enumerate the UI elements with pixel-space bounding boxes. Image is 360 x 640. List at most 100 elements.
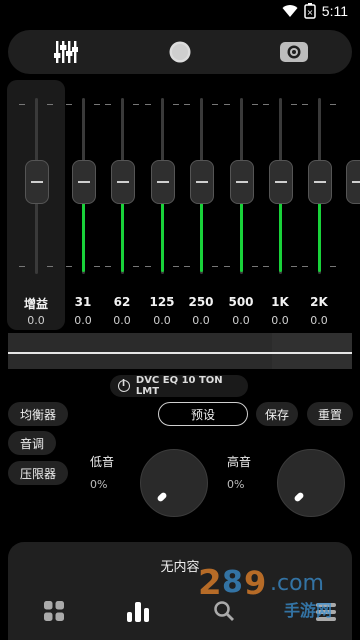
slider-tick	[184, 266, 190, 267]
treble-value: 0%	[227, 478, 245, 491]
preset-info[interactable]: DVC EQ 10 TON LMT	[110, 375, 248, 397]
slider-tick	[19, 104, 25, 105]
slider-thumb[interactable]	[190, 160, 214, 204]
slider-tick	[263, 266, 269, 267]
band-slider-500[interactable]	[222, 98, 260, 274]
tone-mode-button[interactable]: 音调	[8, 431, 56, 455]
slider-tick	[66, 104, 72, 105]
limiter-mode-button[interactable]: 压限器	[8, 461, 68, 485]
slider-thumb[interactable]	[111, 160, 135, 204]
slider-tick	[263, 104, 269, 105]
slider-thumb[interactable]	[72, 160, 96, 204]
surround-tab[interactable]	[254, 30, 334, 74]
slider-thumb[interactable]	[308, 160, 332, 204]
svg-text:.com: .com	[270, 571, 324, 596]
slider-tick	[94, 266, 100, 267]
slider-thumb[interactable]	[25, 160, 49, 204]
slider-tick	[224, 104, 230, 105]
spectrum-baseline	[8, 352, 352, 354]
save-button[interactable]: 保存	[256, 402, 298, 426]
band-value: 0.0	[192, 314, 210, 327]
slider-tick	[105, 104, 111, 105]
svg-text:2: 2	[198, 563, 222, 603]
slider-tick	[184, 104, 190, 105]
slider-tick	[145, 266, 151, 267]
gain-label: 增益	[23, 297, 48, 311]
slider-tick	[133, 104, 139, 105]
slider-tick	[252, 104, 258, 105]
knob-indicator	[293, 491, 305, 503]
bass-value: 0%	[90, 478, 108, 491]
treble-knob[interactable]	[277, 449, 345, 517]
svg-text:×: ×	[306, 8, 313, 17]
preset-button[interactable]: 预设	[158, 402, 248, 426]
slider-thumb[interactable]	[151, 160, 175, 204]
band-slider-2k[interactable]	[300, 98, 338, 274]
wifi-icon	[282, 5, 298, 18]
battery-icon: ×	[304, 3, 316, 19]
bars-icon	[127, 602, 149, 622]
gain-slider[interactable]	[17, 98, 55, 274]
slider-tick	[291, 104, 297, 105]
treble-label: 高音	[227, 455, 252, 469]
slider-thumb[interactable]	[269, 160, 293, 204]
band-value: 0.0	[271, 314, 289, 327]
equalizer-tab[interactable]	[26, 30, 106, 74]
slider-tick	[47, 266, 53, 267]
volume-knob-tab[interactable]	[140, 30, 220, 74]
slider-tick	[173, 266, 179, 267]
slider-tick	[302, 104, 308, 105]
band-value: 0.0	[74, 314, 92, 327]
clock: 5:11	[321, 3, 348, 19]
grid-icon	[44, 601, 64, 621]
band-freq: 2K	[310, 295, 328, 309]
svg-text:9: 9	[244, 564, 266, 602]
preset-info-text: DVC EQ 10 TON LMT	[135, 375, 223, 397]
slider-tick	[94, 104, 100, 105]
band-slider-62[interactable]	[103, 98, 141, 274]
reset-button[interactable]: 重置	[307, 402, 353, 426]
slider-tick	[212, 266, 218, 267]
gain-value: 0.0	[27, 314, 45, 327]
slider-tick	[291, 266, 297, 267]
band-slider-250[interactable]	[182, 98, 220, 274]
status-bar: × 5:11	[0, 0, 360, 24]
slider-tick	[105, 266, 111, 267]
band-freq: 250	[188, 295, 214, 309]
speaker-icon	[280, 42, 308, 62]
band-freq: 500	[228, 295, 254, 309]
band-value: 0.0	[153, 314, 171, 327]
band-slider-125[interactable]	[143, 98, 181, 274]
band-value: 0.0	[310, 314, 328, 327]
band-freq: 125	[149, 295, 175, 309]
slider-thumb[interactable]	[346, 160, 360, 204]
status-icons: × 5:11	[282, 3, 348, 19]
band-slider-partial[interactable]	[336, 98, 360, 274]
slider-tick	[212, 104, 218, 105]
band-slider-31[interactable]	[64, 98, 102, 274]
bass-knob[interactable]	[140, 449, 208, 517]
equalizer-sliders-icon	[54, 41, 78, 63]
svg-text:8: 8	[222, 565, 243, 600]
band-freq: 62	[113, 295, 131, 309]
bass-label: 低音	[90, 455, 115, 469]
band-freq: 1K	[271, 295, 289, 309]
slider-tick	[133, 266, 139, 267]
slider-tick	[252, 266, 258, 267]
band-freq: 31	[74, 295, 92, 309]
watermark-logo: 2 8 9 .com 手游网	[198, 563, 332, 620]
knob-indicator	[156, 491, 168, 503]
nav-apps-button[interactable]	[34, 594, 74, 628]
slider-tick	[224, 266, 230, 267]
svg-text:手游网: 手游网	[284, 601, 332, 620]
nav-equalizer-button[interactable]	[118, 594, 158, 628]
slider-tick	[66, 266, 72, 267]
top-toolbar	[8, 30, 352, 74]
slider-thumb[interactable]	[230, 160, 254, 204]
equalizer-mode-button[interactable]: 均衡器	[8, 402, 68, 426]
band-slider-1k[interactable]	[261, 98, 299, 274]
knob-icon	[169, 41, 191, 63]
spectrum-highlight	[272, 333, 352, 369]
band-value: 0.0	[113, 314, 131, 327]
slider-tick	[47, 104, 53, 105]
